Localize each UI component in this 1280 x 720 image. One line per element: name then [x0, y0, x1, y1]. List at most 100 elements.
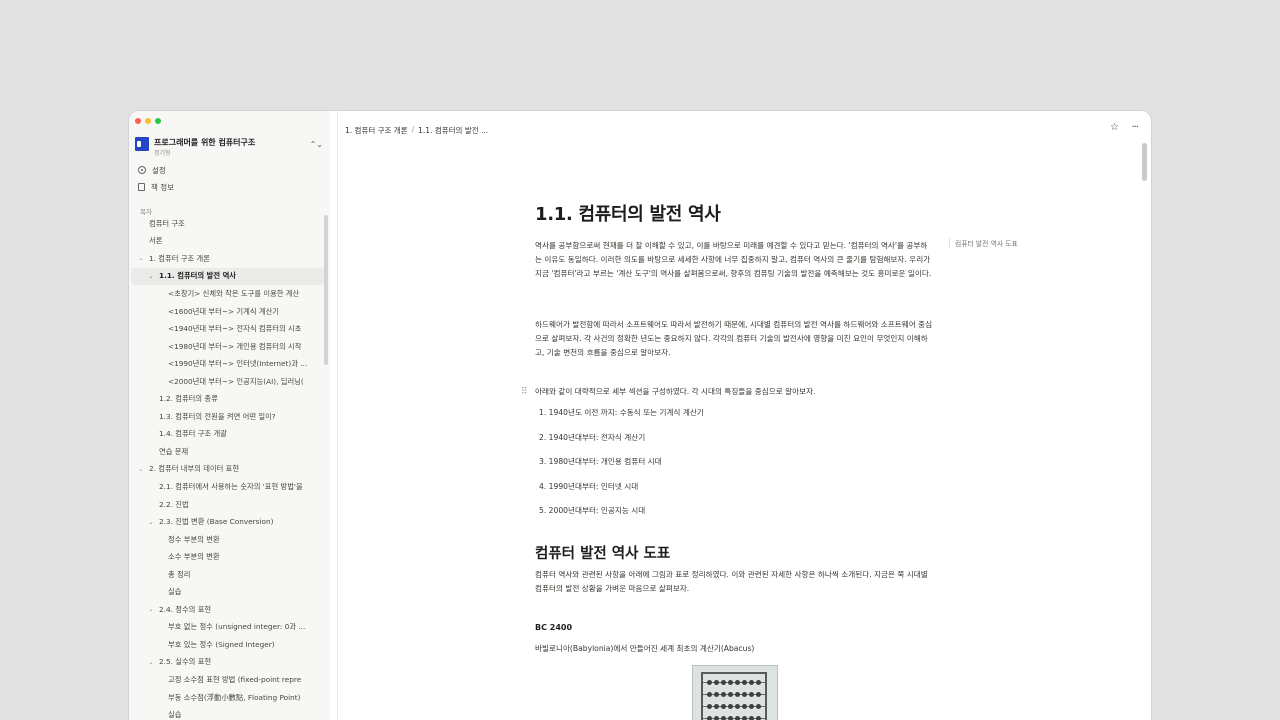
toc-item[interactable]: ⌄ 2.4. 정수의 표현 — [131, 601, 324, 619]
star-icon[interactable]: ☆ — [1110, 123, 1119, 133]
toc-item-label: 2.1. 컴퓨터에서 사용하는 숫자의 '표현 방법'을 — [159, 481, 303, 491]
toc-item[interactable]: ⌄ 1.1. 컴퓨터의 발전 역사 — [131, 267, 324, 286]
page-title: 1.1. 컴퓨터의 발전 역사 — [535, 204, 721, 225]
toc-item[interactable]: <1980년대 부터~> 개인용 컴퓨터의 시작 — [131, 338, 324, 356]
list-item: 5. 2000년대부터: 인공지능 시대 — [539, 506, 646, 516]
toc-item-label: 2.5. 실수의 표현 — [159, 657, 212, 667]
toc-item[interactable]: 부동 소수점(浮動小數點, Floating Point) — [131, 689, 324, 707]
toc-item[interactable]: 총 정리 — [131, 566, 324, 584]
toc-item-label: <1940년대 부터~> 전자식 컴퓨터의 시초 — [168, 324, 302, 334]
abacus-bead — [742, 704, 747, 709]
zoom-window-button[interactable] — [155, 118, 161, 124]
settings-link[interactable]: 설정 — [138, 163, 166, 177]
toc-item-label: <2000년대 부터~> 인공지능(AI), 딥러닝( — [168, 376, 304, 386]
breadcrumb-item[interactable]: 1. 컴퓨터 구조 개론 — [345, 125, 408, 136]
chevron-down-icon[interactable]: ⌄ — [147, 273, 155, 280]
abacus-bead — [749, 704, 754, 709]
toc-item[interactable]: 2.2. 진법 — [131, 496, 324, 514]
toc-item[interactable]: 실습 — [131, 583, 324, 601]
list-item: 4. 1990년대부터: 인터넷 시대 — [539, 481, 639, 491]
chevron-updown-icon[interactable]: ⌃⌄ — [310, 141, 323, 149]
toc-item-label: 실습 — [168, 587, 182, 597]
main-content: 1. 컴퓨터 구조 개론 / 1.1. 컴퓨터의 발전 ... ☆ ··· 1.… — [337, 111, 1151, 720]
abacus-bead — [707, 716, 712, 720]
toc-item[interactable]: ⌄ 2. 컴퓨터 내부의 데이터 표현 — [131, 461, 324, 479]
abacus-bead — [749, 680, 754, 685]
chevron-down-icon[interactable]: ⌄ — [147, 606, 155, 613]
paragraph: 하드웨어가 발전함에 따라서 소프트웨어도 따라서 발전하기 때문에, 시대별 … — [535, 320, 933, 357]
toc-item[interactable]: ⌄ 2.5. 실수의 표현 — [131, 654, 324, 672]
sidebar-scrollbar[interactable] — [324, 215, 328, 365]
abacus-bead — [735, 680, 740, 685]
toc-item-label: 정수 부분의 변환 — [168, 534, 220, 544]
outline-link[interactable]: 컴퓨터 발전 역사 도표 — [949, 238, 1018, 248]
abacus-bead — [728, 704, 733, 709]
chevron-down-icon[interactable]: ⌄ — [137, 255, 145, 262]
abacus-bead — [714, 680, 719, 685]
abacus-bead — [721, 692, 726, 697]
breadcrumb: 1. 컴퓨터 구조 개론 / 1.1. 컴퓨터의 발전 ... — [345, 125, 488, 136]
abacus-bead — [707, 704, 712, 709]
main-scrollbar[interactable] — [1142, 143, 1147, 181]
toc-item-label: 2. 컴퓨터 내부의 데이터 표현 — [149, 464, 240, 474]
toc-item-label: 2.2. 진법 — [159, 499, 189, 509]
paragraph: 바빌로니아(Babylonia)에서 만들어진 세계 최초의 계산기(Abacu… — [535, 644, 755, 653]
toc-item-label: 부동 소수점(浮動小數點, Floating Point) — [168, 692, 301, 702]
toc-item-label: 소수 부분의 변환 — [168, 552, 220, 562]
chevron-down-icon[interactable]: ⌄ — [147, 659, 155, 666]
toc-item[interactable]: ⌄ 1. 컴퓨터 구조 개론 — [131, 250, 324, 268]
toc-item-label: 컴퓨터 구조 — [149, 218, 185, 228]
toc-item[interactable]: <초창기> 신체와 작은 도구를 이용한 계산 — [131, 285, 324, 303]
more-icon[interactable]: ··· — [1131, 123, 1138, 133]
toc-item[interactable]: 1.4. 컴퓨터 구조 개괄 — [131, 426, 324, 444]
toc-item-label: 1.2. 컴퓨터의 종류 — [159, 394, 218, 404]
paragraph: 컴퓨터 역사와 관련된 사항을 아래에 그림과 표로 정리하였다. 이와 관련된… — [535, 570, 928, 593]
toc-item[interactable]: 1.2. 컴퓨터의 종류 — [131, 390, 324, 408]
toc-item-label: 부호 있는 정수 (Signed Integer) — [168, 639, 275, 649]
toc-item[interactable]: <1600년대 부터~> 기계식 계산기 — [131, 303, 324, 321]
breadcrumb-separator: / — [411, 125, 415, 134]
paragraph: 역사를 공부함으로써 현재를 더 잘 이해할 수 있고, 이를 바탕으로 미래를… — [535, 241, 932, 278]
toc-item[interactable]: ⌄ 2.3. 진법 변환 (Base Conversion) — [131, 513, 324, 531]
abacus-bead — [749, 716, 754, 720]
abacus-bead — [728, 680, 733, 685]
chevron-down-icon[interactable]: ⌄ — [137, 466, 145, 473]
toc-item[interactable]: 연습 문제 — [131, 443, 324, 461]
settings-label: 설정 — [152, 165, 166, 175]
gear-icon — [138, 166, 146, 174]
toc-item[interactable]: 실습 — [131, 706, 324, 720]
book-switcher[interactable]: 프로그래머를 위한 컴퓨터구조 정기형 ⌃⌄ — [135, 137, 325, 157]
toc-item[interactable]: 2.1. 컴퓨터에서 사용하는 숫자의 '표현 방법'을 — [131, 478, 324, 496]
toc-item[interactable]: 서론 — [131, 233, 324, 251]
breadcrumb-item[interactable]: 1.1. 컴퓨터의 발전 ... — [418, 125, 488, 136]
toc-item[interactable]: 1.3. 컴퓨터의 전원을 켜면 어떤 일이? — [131, 408, 324, 426]
minimize-window-button[interactable] — [145, 118, 151, 124]
close-window-button[interactable] — [135, 118, 141, 124]
abacus-bead — [735, 716, 740, 720]
section-heading: 컴퓨터 발전 역사 도표 — [535, 546, 671, 562]
toc-item-label: 2.4. 정수의 표현 — [159, 604, 212, 614]
chevron-down-icon[interactable]: ⌄ — [147, 519, 155, 526]
toc-item[interactable]: 부호 있는 정수 (Signed Integer) — [131, 636, 324, 654]
toc-item[interactable]: <1990년대 부터~> 인터넷(Internet)과 ... — [131, 355, 324, 373]
toc-item[interactable]: 정수 부분의 변환 — [131, 531, 324, 549]
toc-item[interactable]: <2000년대 부터~> 인공지능(AI), 딥러닝( — [131, 373, 324, 391]
book-info-link[interactable]: 책 정보 — [138, 180, 174, 194]
toc-item-label: <1980년대 부터~> 개인용 컴퓨터의 시작 — [168, 341, 302, 351]
toc-item[interactable]: <1940년대 부터~> 전자식 컴퓨터의 시초 — [131, 320, 324, 338]
toc-item[interactable]: 컴퓨터 구조 — [131, 215, 324, 233]
abacus-bead — [721, 680, 726, 685]
paragraph: 아래와 같이 대략적으로 세부 섹션을 구성하였다. 각 시대의 특징들을 중심… — [535, 387, 816, 396]
drag-handle-icon[interactable]: ⠿ — [521, 385, 528, 399]
toc-item[interactable]: 부호 없는 정수 (unsigned integer: 0과 ... — [131, 619, 324, 637]
toc-item[interactable]: 소수 부분의 변환 — [131, 548, 324, 566]
abacus-bead — [756, 692, 761, 697]
abacus-bead — [742, 680, 747, 685]
abacus-bead — [707, 692, 712, 697]
toc-item[interactable]: 고정 소수점 표현 방법 (fixed-point repre — [131, 671, 324, 689]
toc-item-label: 고정 소수점 표현 방법 (fixed-point repre — [168, 674, 302, 684]
subsection-heading: BC 2400 — [535, 623, 573, 632]
toc-item-label: <초창기> 신체와 작은 도구를 이용한 계산 — [168, 288, 300, 298]
abacus-bead — [756, 704, 761, 709]
abacus-bead — [707, 680, 712, 685]
